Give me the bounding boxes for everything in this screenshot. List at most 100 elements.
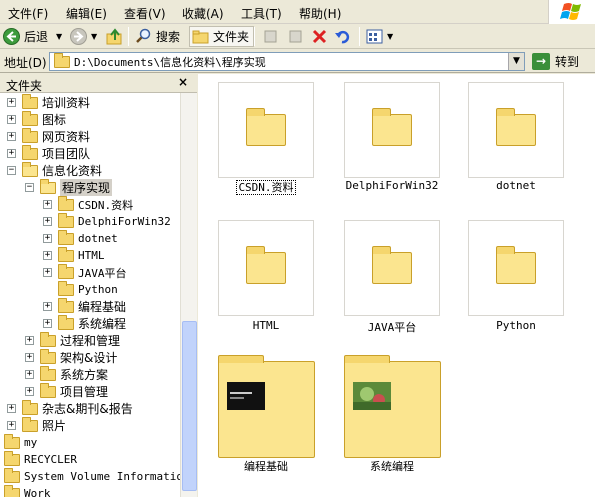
menu-file[interactable]: 文件(F) — [8, 5, 48, 22]
folder-tile[interactable] — [468, 220, 564, 316]
tree-node[interactable]: CSDN.资料 — [58, 195, 133, 213]
tree-node[interactable]: JAVA平台 — [58, 263, 127, 281]
tree-scrollbar[interactable] — [180, 93, 197, 497]
menu-tools[interactable]: 工具(T) — [241, 5, 282, 22]
collapse-icon[interactable]: − — [25, 183, 34, 192]
expand-icon[interactable]: + — [7, 404, 16, 413]
expand-icon[interactable]: + — [7, 98, 16, 107]
folder-thumbnail[interactable] — [344, 355, 441, 458]
menu-favorites[interactable]: 收藏(A) — [182, 5, 224, 22]
folder-tile[interactable] — [468, 82, 564, 178]
tree-node[interactable]: RECYCLER — [4, 450, 77, 468]
tree-node[interactable]: 信息化资料 — [22, 161, 102, 179]
tree-node[interactable]: System Volume Information — [4, 467, 180, 485]
tree-node[interactable]: 程序实现 — [40, 178, 113, 196]
tree-node[interactable]: 过程和管理 — [40, 331, 120, 349]
go-button[interactable]: → 转到 — [532, 52, 579, 71]
folder-thumbnail[interactable] — [218, 355, 315, 458]
folders-button[interactable]: 文件夹 — [189, 26, 255, 47]
tree-node-label: 系统编程 — [78, 317, 127, 331]
collapse-icon[interactable]: − — [7, 166, 16, 175]
folder-tile[interactable] — [218, 82, 314, 178]
go-arrow-icon: → — [532, 53, 550, 70]
folder-label[interactable]: dotnet — [451, 179, 581, 192]
folder-tile[interactable] — [344, 82, 440, 178]
folder-label[interactable]: 系统编程 — [327, 458, 457, 474]
tree-node[interactable]: 杂志&期刊&报告 — [22, 399, 133, 417]
tree-node[interactable]: 系统编程 — [58, 314, 127, 332]
folder-icon — [22, 110, 38, 126]
expand-icon[interactable]: + — [43, 217, 52, 226]
copy-to-button[interactable] — [287, 26, 308, 47]
views-button[interactable]: ▼ — [366, 26, 393, 47]
tree-node[interactable]: 编程基础 — [58, 297, 126, 315]
folder-label[interactable]: 编程基础 — [201, 458, 331, 474]
folder-icon — [22, 93, 38, 109]
folder-icon — [22, 144, 38, 160]
expand-icon[interactable]: + — [43, 234, 52, 243]
folder-label[interactable]: CSDN.资料 — [201, 179, 331, 195]
expand-icon[interactable]: + — [25, 336, 34, 345]
console-preview-icon — [227, 382, 265, 410]
folder-icon — [58, 229, 74, 245]
tree-node[interactable]: 项目管理 — [40, 382, 108, 400]
expand-icon[interactable]: + — [25, 387, 34, 396]
forward-button[interactable]: ▼ — [70, 26, 97, 47]
tree-node[interactable]: Python — [58, 280, 118, 298]
up-folder-icon — [106, 28, 123, 45]
folder-label[interactable]: Python — [451, 319, 581, 332]
tree-node[interactable]: Work — [4, 484, 51, 497]
expand-icon[interactable]: + — [7, 132, 16, 141]
folder-label[interactable]: JAVA平台 — [327, 319, 457, 335]
tree-node[interactable]: 网页资料 — [22, 127, 91, 145]
folder-tile[interactable] — [344, 220, 440, 316]
tree-node-label: 照片 — [42, 419, 67, 433]
tree-node[interactable]: dotnet — [58, 229, 118, 247]
move-to-button[interactable] — [262, 26, 283, 47]
forward-dropdown-icon[interactable]: ▼ — [91, 32, 97, 41]
tree-node[interactable]: my — [4, 433, 37, 451]
folder-label[interactable]: DelphiForWin32 — [327, 179, 457, 192]
back-dropdown-icon[interactable]: ▼ — [56, 32, 62, 41]
folder-label-text: 编程基础 — [244, 460, 288, 473]
address-field[interactable]: D:\Documents\信息化资料\程序实现 ▼ — [49, 52, 525, 71]
menu-edit[interactable]: 编辑(E) — [66, 5, 107, 22]
folder-label-text: HTML — [252, 319, 280, 332]
search-button[interactable]: 搜索 — [135, 26, 180, 47]
folder-icon — [40, 365, 56, 381]
folder-label[interactable]: HTML — [201, 319, 331, 332]
delete-button[interactable] — [311, 26, 332, 47]
expand-icon[interactable]: + — [43, 251, 52, 260]
tree-node[interactable]: 系统方案 — [40, 365, 108, 383]
expand-icon[interactable]: + — [43, 200, 52, 209]
expand-icon[interactable]: + — [7, 115, 16, 124]
back-button[interactable]: 后退 ▼ — [3, 26, 62, 47]
expand-icon[interactable]: + — [43, 302, 52, 311]
tree-node[interactable]: 图标 — [22, 110, 66, 128]
expand-icon[interactable]: + — [43, 268, 52, 277]
tree-node[interactable]: HTML — [58, 246, 105, 264]
expand-icon[interactable]: + — [7, 421, 16, 430]
tree-node-label: RECYCLER — [24, 453, 77, 466]
address-dropdown-icon[interactable]: ▼ — [508, 53, 524, 70]
expand-icon[interactable]: + — [25, 353, 34, 362]
folder-icon — [58, 263, 74, 279]
close-icon[interactable]: × — [178, 75, 188, 89]
folder-tree[interactable]: + 培训资料 + 图标 + 网页资料 + 项目团队 − 信息化资料 − 程序实现 + CSDN.资料 + De… — [0, 93, 180, 497]
expand-icon[interactable]: + — [25, 370, 34, 379]
tree-node[interactable]: 架构&设计 — [40, 348, 117, 366]
undo-button[interactable] — [334, 26, 355, 47]
tree-node[interactable]: 培训资料 — [22, 93, 90, 111]
tree-node[interactable]: 项目团队 — [22, 144, 90, 162]
views-dropdown-icon[interactable]: ▼ — [387, 32, 393, 41]
up-folder-button[interactable] — [106, 26, 127, 47]
menu-view[interactable]: 查看(V) — [124, 5, 166, 22]
tree-node[interactable]: DelphiForWin32 — [58, 212, 171, 230]
folder-tile[interactable] — [218, 220, 314, 316]
scrollbar-thumb[interactable] — [182, 321, 197, 491]
tree-node-label: 网页资料 — [42, 130, 91, 144]
menu-help[interactable]: 帮助(H) — [299, 5, 341, 22]
expand-icon[interactable]: + — [7, 149, 16, 158]
expand-icon[interactable]: + — [43, 319, 52, 328]
tree-node[interactable]: 照片 — [22, 416, 67, 434]
